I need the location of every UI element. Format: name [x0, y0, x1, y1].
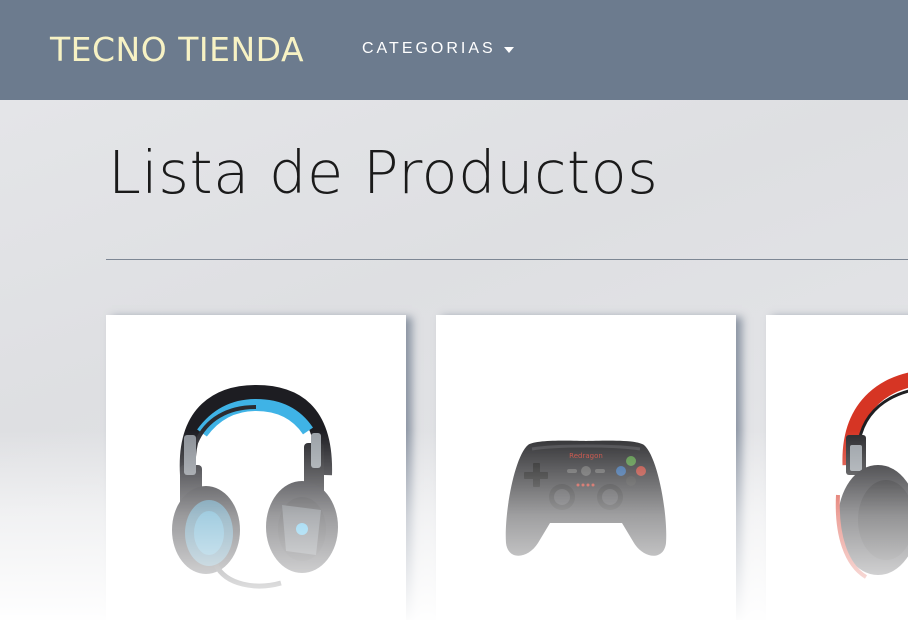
gamepad-black-icon: Redragon: [505, 440, 667, 556]
product-card[interactable]: Redragon: [436, 315, 736, 620]
categories-dropdown[interactable]: CATEGORIAS: [362, 40, 514, 58]
navbar: TECNO TIENDA CATEGORIAS: [0, 0, 908, 100]
page-title: Lista de Productos: [108, 138, 659, 207]
page: TECNO TIENDA CATEGORIAS Lista de Product…: [0, 0, 908, 620]
caret-down-icon: [503, 47, 514, 53]
brand-logo[interactable]: TECNO TIENDA: [50, 30, 304, 69]
headset-blue-black-icon: [172, 384, 338, 589]
divider: [106, 259, 908, 260]
product-card[interactable]: [106, 315, 406, 620]
product-card[interactable]: [766, 315, 908, 620]
categories-label: CATEGORIAS: [362, 40, 496, 57]
headset-red-black-icon: [835, 372, 908, 579]
svg-text:Redragon: Redragon: [569, 452, 603, 460]
